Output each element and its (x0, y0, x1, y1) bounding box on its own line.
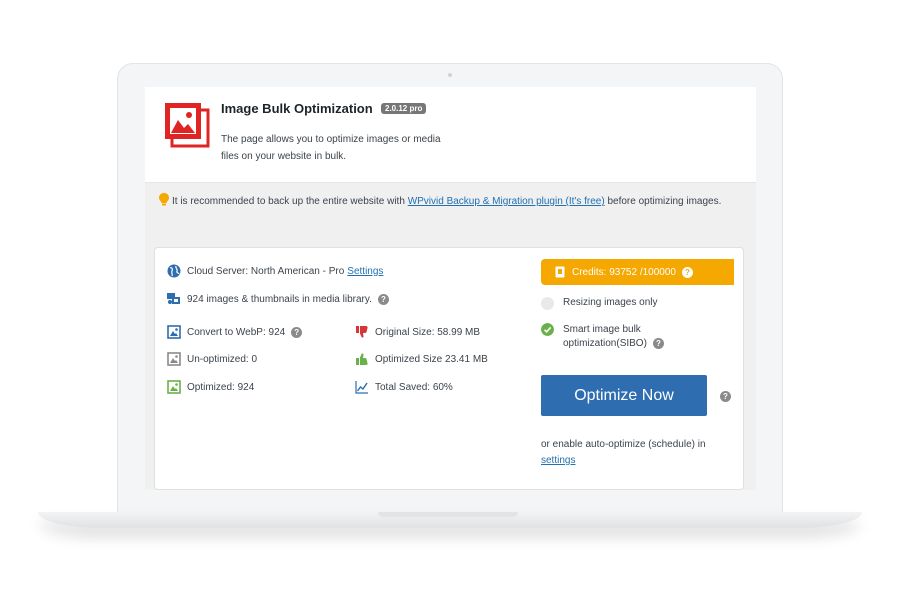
image-bulk-logo-icon (165, 103, 210, 148)
sibo-check-icon[interactable] (541, 323, 554, 336)
optimize-now-button[interactable]: Optimize Now (541, 375, 707, 416)
version-badge: 2.0.12 pro (381, 103, 427, 114)
credits-card-icon (555, 266, 565, 278)
image-optimized-icon (167, 380, 181, 394)
notice-text-before: It is recommended to back up the entire … (172, 196, 408, 207)
laptop-camera (448, 73, 452, 77)
server-settings-link[interactable]: Settings (347, 266, 383, 277)
server-label: Cloud Server: North American - Pro (187, 265, 345, 277)
library-help-icon[interactable]: ? (377, 293, 389, 305)
sibo-help-icon[interactable]: ? (652, 338, 664, 349)
credits-banner: Credits: 93752 /100000 ? (541, 259, 734, 285)
optimize-help-icon[interactable]: ? (720, 391, 731, 402)
auto-optimize-label: or enable auto-optimize (schedule) in (541, 439, 706, 450)
stat-convert-webp: Convert to WebP: 924 ? (167, 325, 303, 339)
thumbs-up-icon (356, 353, 368, 365)
laptop-base-notch (378, 512, 518, 517)
backup-notice: It is recommended to back up the entire … (159, 193, 744, 210)
stat-unoptimized-label: Un-optimized: 0 (187, 353, 258, 365)
server-row: Cloud Server: North American - Pro Setti… (167, 264, 383, 278)
stat-convert-webp-label: Convert to WebP: 924 (187, 326, 286, 338)
option-sibo[interactable]: Smart image bulk optimization(SIBO)? (541, 323, 691, 351)
media-library-icon (167, 293, 180, 304)
image-unoptimized-icon (167, 352, 181, 366)
stat-total-saved-label: Total Saved: 60% (375, 381, 453, 393)
library-row: 924 images & thumbnails in media library… (167, 292, 389, 306)
optimization-panel: Cloud Server: North American - Pro Setti… (154, 247, 744, 490)
thumbs-down-icon (356, 326, 368, 338)
credits-label: Credits: 93752 /100000 (572, 266, 676, 278)
resize-only-radio[interactable] (541, 297, 554, 310)
sibo-label: Smart image bulk optimization(SIBO)? (563, 323, 691, 351)
stat-original-size-label: Original Size: 58.99 MB (375, 326, 481, 338)
page-title: Image Bulk Optimization (221, 101, 373, 116)
globe-icon (167, 264, 181, 278)
trend-chart-icon (355, 381, 368, 394)
wpvivid-plugin-link[interactable]: WPvivid Backup & Migration plugin (It's … (408, 196, 605, 207)
plugin-header: Image Bulk Optimization 2.0.12 pro The p… (145, 87, 756, 183)
image-webp-icon (167, 325, 181, 339)
lightbulb-icon (159, 193, 169, 206)
stat-optimized: Optimized: 924 (167, 380, 254, 394)
stat-optimized-size: Optimized Size 23.41 MB (355, 352, 488, 366)
stat-unoptimized: Un-optimized: 0 (167, 352, 257, 366)
resize-only-label: Resizing images only (563, 297, 658, 308)
auto-optimize-text: or enable auto-optimize (schedule) in se… (541, 437, 731, 469)
plugin-screen: Image Bulk Optimization 2.0.12 pro The p… (145, 87, 756, 490)
library-count-text: 924 images & thumbnails in media library… (187, 293, 372, 305)
auto-optimize-settings-link[interactable]: settings (541, 455, 575, 466)
stat-optimized-size-label: Optimized Size 23.41 MB (375, 353, 488, 365)
stat-total-saved: Total Saved: 60% (355, 380, 453, 394)
option-resize-only[interactable]: Resizing images only (541, 297, 658, 310)
page-description: The page allows you to optimize images o… (221, 134, 441, 162)
stat-optimized-label: Optimized: 924 (187, 381, 255, 393)
notice-text-after: before optimizing images. (604, 196, 722, 207)
credits-help-icon[interactable]: ? (681, 266, 693, 278)
webp-help-icon[interactable]: ? (291, 326, 303, 338)
stat-original-size: Original Size: 58.99 MB (355, 325, 480, 339)
